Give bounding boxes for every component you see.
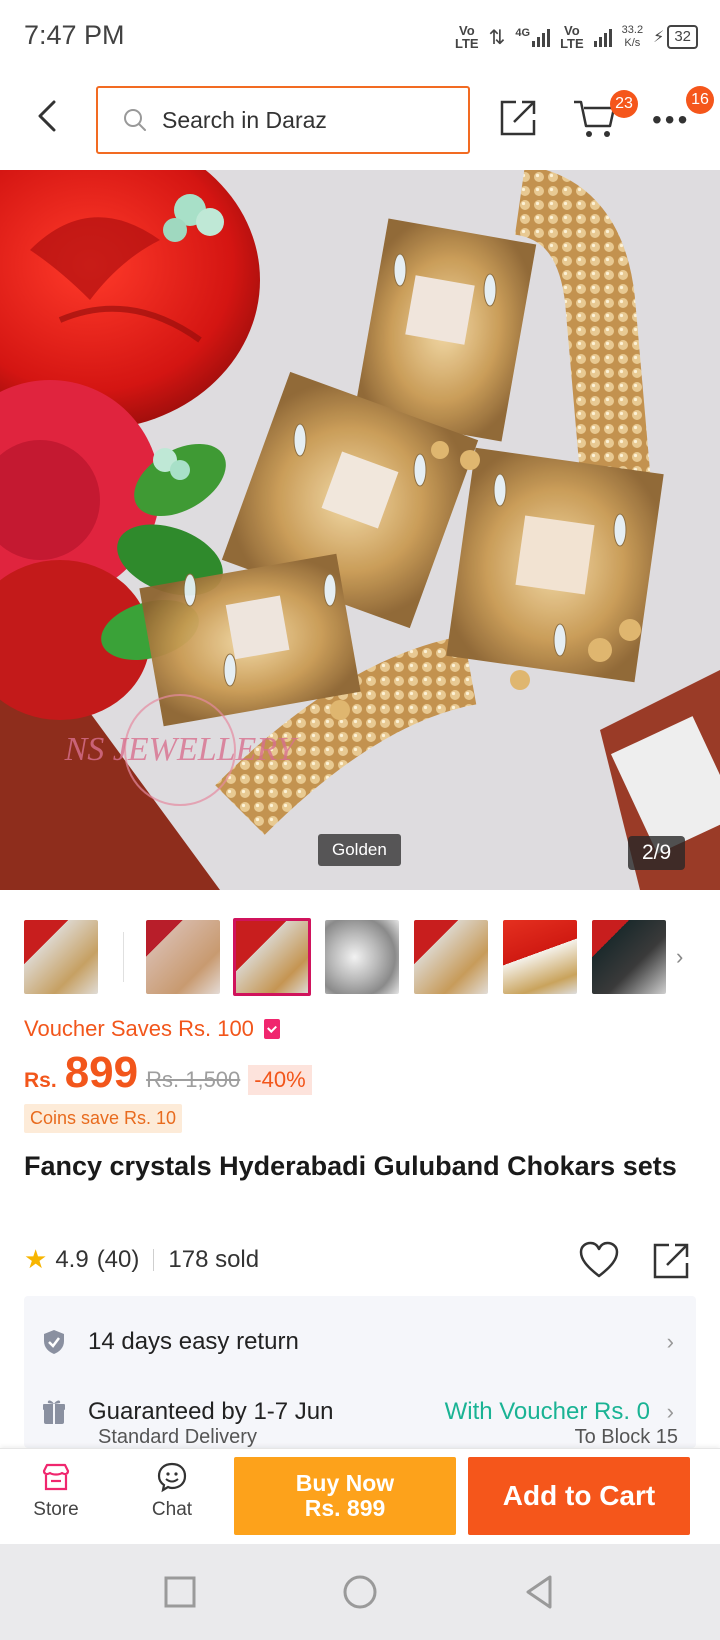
buy-now-price: Rs. 899 <box>304 1495 386 1521</box>
battery-level: 32 <box>667 25 698 49</box>
chevron-right-icon: › <box>666 1329 674 1354</box>
volte-indicator: Vo LTE <box>455 23 479 51</box>
net-speed: 33.2 K/s <box>622 24 643 50</box>
more-icon: ••• <box>652 104 691 135</box>
current-price: 899 <box>64 1048 139 1097</box>
store-button[interactable]: Store <box>16 1461 96 1521</box>
image-counter: 2/9 <box>628 836 686 870</box>
cart-count-badge: 23 <box>610 90 638 118</box>
rating-value: 4.9 <box>55 1245 89 1273</box>
status-time: 7:47 PM <box>24 20 125 50</box>
net-speed-value: 33.2 <box>621 24 644 36</box>
home-icon[interactable] <box>340 1572 380 1612</box>
return-text: 14 days easy return <box>88 1328 299 1355</box>
return-policy-row[interactable]: 14 days easy return › <box>24 1310 696 1374</box>
divider <box>153 1248 155 1271</box>
rating-row[interactable]: ★ 4.9 (40) 178 sold <box>24 1244 259 1275</box>
store-icon <box>42 1463 70 1491</box>
thumbnail-2[interactable] <box>146 920 220 994</box>
network-type: 4G <box>515 27 531 39</box>
thumbnail-6[interactable] <box>503 920 577 994</box>
signal-bars-icon <box>593 27 612 47</box>
chat-label: Chat <box>151 1499 193 1520</box>
sold-count: 178 sold <box>168 1245 260 1273</box>
variant-chip: Golden <box>318 834 401 866</box>
thumbnail-strip: › <box>0 910 720 1000</box>
thumbnail-1[interactable] <box>24 920 98 994</box>
star-icon: ★ <box>24 1244 48 1274</box>
signal-1: 4G <box>515 27 551 47</box>
recents-icon[interactable] <box>160 1572 200 1612</box>
product-title: Fancy crystals Hyderabadi Guluband Choka… <box>24 1151 677 1181</box>
gift-icon <box>43 1400 65 1424</box>
thumbnail-3-active[interactable] <box>233 918 311 996</box>
battery: ⚡ 32 <box>653 25 698 49</box>
more-button[interactable]: ••• 16 <box>652 86 714 142</box>
top-bar: Search in Daraz 23 ••• 16 <box>0 72 720 170</box>
search-icon <box>124 109 146 131</box>
back-arrow-icon[interactable] <box>28 96 68 136</box>
delivery-text: Guaranteed by 1-7 Jun <box>88 1398 334 1425</box>
review-count: (40) <box>96 1245 140 1273</box>
delivery-type: Standard Delivery <box>98 1426 257 1448</box>
status-icons: Vo LTE ⇅ 4G Vo LTE 33.2 K/s ⚡ 32 <box>455 20 698 54</box>
share-icon[interactable] <box>496 96 540 140</box>
charging-icon: ⚡ <box>653 29 665 46</box>
add-to-cart-button[interactable]: Add to Cart <box>468 1457 690 1535</box>
delivery-voucher: With Voucher Rs. 0 <box>444 1398 650 1425</box>
service-info-card: 14 days easy return › Guaranteed by 1-7 … <box>24 1296 696 1448</box>
voucher-text: Voucher Saves Rs. 100 <box>24 1016 254 1041</box>
store-label: Store <box>33 1499 79 1520</box>
back-icon[interactable] <box>520 1572 560 1612</box>
price-row: Rs. 899 Rs. 1,500 -40% <box>24 1048 312 1100</box>
product-photo: NS JEWELLERY <box>0 170 720 890</box>
thumbnail-divider <box>123 932 124 982</box>
share-icon[interactable] <box>650 1240 692 1282</box>
cart-button[interactable]: 23 <box>572 90 638 146</box>
notification-badge: 16 <box>686 86 714 114</box>
chevron-right-icon: › <box>666 1399 674 1424</box>
buy-now-button[interactable]: Buy Now Rs. 899 <box>234 1457 456 1535</box>
currency: Rs. <box>24 1069 57 1092</box>
chevron-right-icon[interactable]: › <box>676 944 683 970</box>
buy-now-label: Buy Now <box>295 1470 395 1496</box>
thumbnail-4[interactable] <box>325 920 399 994</box>
system-nav-bar <box>0 1544 720 1640</box>
discount-badge: -40% <box>248 1065 312 1095</box>
voucher-saves[interactable]: Voucher Saves Rs. 100 <box>24 1016 280 1042</box>
product-image[interactable]: NS JEWELLERY Golden 2/9 <box>0 170 720 890</box>
signal-bars-icon <box>532 27 551 47</box>
chat-button[interactable]: Chat <box>132 1461 212 1521</box>
search-input[interactable]: Search in Daraz <box>96 86 470 154</box>
bottom-action-bar: Store Chat Buy Now Rs. 899 Add to Cart <box>0 1448 720 1544</box>
thumbnail-7[interactable] <box>592 920 666 994</box>
original-price: Rs. 1,500 <box>146 1067 241 1092</box>
search-placeholder: Search in Daraz <box>162 106 327 133</box>
watermark-logo: NS JEWELLERY <box>64 731 299 768</box>
volte-indicator-2: Vo LTE <box>560 23 584 51</box>
data-arrows-icon: ⇅ <box>488 26 506 49</box>
shield-check-icon <box>44 1330 64 1354</box>
coins-badge: Coins save Rs. 10 <box>24 1104 183 1133</box>
voucher-icon <box>263 1019 280 1039</box>
chat-icon <box>157 1462 187 1493</box>
net-speed-unit: K/s <box>624 37 641 49</box>
thumbnail-5[interactable] <box>414 920 488 994</box>
status-bar: 7:47 PM Vo LTE ⇅ 4G Vo LTE 33.2 K/s ⚡ 32 <box>0 0 720 72</box>
delivery-location: To Block 15 <box>574 1426 678 1448</box>
heart-icon[interactable] <box>578 1240 620 1280</box>
